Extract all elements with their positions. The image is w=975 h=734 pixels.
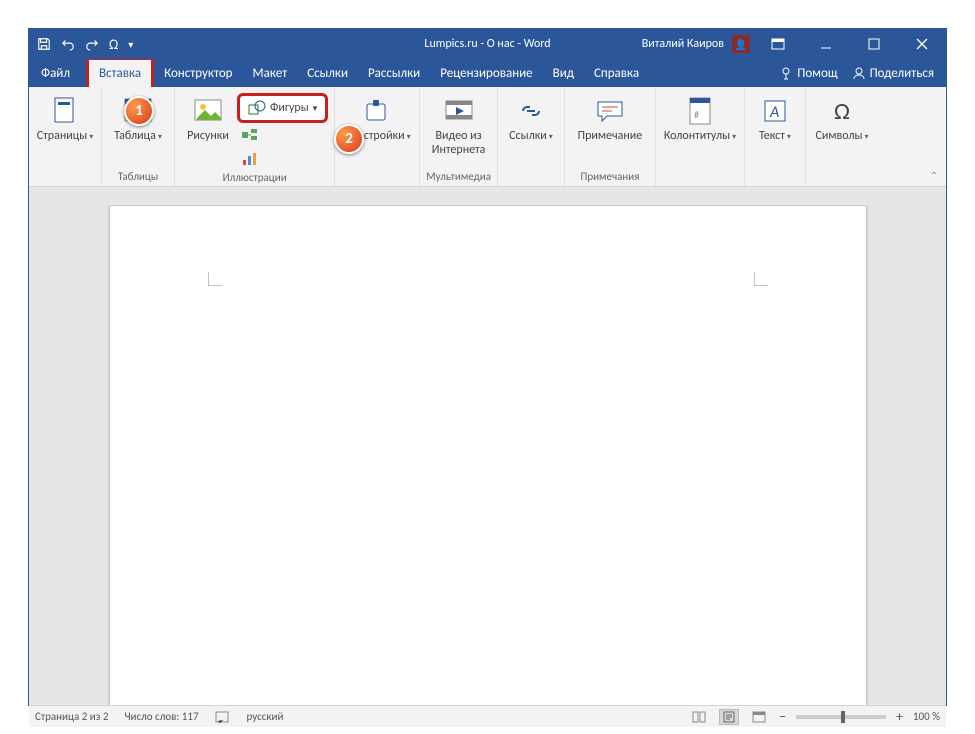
document-area[interactable] — [29, 205, 946, 705]
status-bar: Страница 2 из 2 Число слов: 117 русский … — [29, 705, 946, 727]
undo-icon[interactable] — [61, 37, 75, 51]
shapes-icon — [248, 99, 266, 117]
omega-icon: Ω — [826, 95, 858, 127]
collapse-ribbon-icon[interactable]: ⌃ — [930, 169, 938, 182]
text-button[interactable]: A Текст — [751, 91, 799, 143]
shapes-button[interactable]: Фигуры▾ — [237, 93, 328, 123]
picture-icon — [192, 95, 224, 127]
pictures-button[interactable]: Рисунки — [181, 91, 235, 143]
symbol-icon[interactable]: Ω — [109, 36, 118, 53]
tell-me[interactable]: Помощ — [779, 66, 837, 81]
group-pages-label — [35, 183, 95, 186]
ribbon-tabs: Файл Вставка Конструктор Макет Ссылки Ра… — [29, 59, 946, 87]
zoom-out-button[interactable]: − — [779, 708, 786, 725]
view-web-layout[interactable] — [749, 709, 769, 725]
margin-marker-left — [208, 272, 222, 286]
header-footer-button[interactable]: # Колонтитулы — [662, 91, 738, 143]
margin-marker-right — [754, 272, 768, 286]
symbols-button[interactable]: Ω Символы — [812, 91, 872, 143]
chart-button[interactable] — [237, 147, 328, 171]
ribbon-display-icon[interactable] — [758, 29, 798, 59]
group-illustrations-label: Иллюстрации — [181, 171, 328, 187]
group-text-label — [751, 183, 799, 186]
tab-help[interactable]: Справка — [584, 59, 649, 87]
group-symbols-label — [812, 183, 872, 186]
links-button[interactable]: Ссылки — [504, 91, 558, 143]
user-avatar-icon[interactable]: 👤 — [732, 35, 750, 53]
tab-mailings[interactable]: Рассылки — [358, 59, 430, 87]
comment-button[interactable]: Примечание — [571, 91, 649, 143]
view-read-mode[interactable] — [689, 709, 709, 725]
zoom-slider[interactable] — [796, 715, 886, 719]
qat-more-icon[interactable]: ▾ — [128, 38, 133, 51]
group-addins-label — [341, 183, 413, 186]
close-button[interactable] — [902, 29, 942, 59]
tab-file[interactable]: Файл — [31, 59, 80, 87]
zoom-in-button[interactable]: + — [896, 708, 903, 725]
link-icon — [515, 95, 547, 127]
maximize-button[interactable] — [854, 29, 894, 59]
textbox-icon: A — [759, 95, 791, 127]
minimize-button[interactable] — [806, 29, 846, 59]
document-page[interactable] — [109, 205, 867, 705]
header-footer-icon: # — [684, 95, 716, 127]
tab-design[interactable]: Конструктор — [154, 59, 242, 87]
smartart-icon — [241, 126, 259, 144]
quick-access-toolbar: Ω ▾ — [29, 36, 133, 53]
page-icon — [49, 95, 81, 127]
smartart-button[interactable] — [237, 123, 328, 147]
group-links-label — [504, 183, 558, 186]
comment-icon — [594, 95, 626, 127]
group-tables-label: Таблицы — [108, 170, 168, 186]
title-bar: Ω ▾ Lumpics.ru - О нас - Word Виталий Ка… — [29, 29, 946, 59]
svg-text:A: A — [769, 103, 779, 122]
tab-layout[interactable]: Макет — [243, 59, 298, 87]
tab-references[interactable]: Ссылки — [297, 59, 358, 87]
callout-2: 2 — [334, 124, 364, 154]
online-video-button[interactable]: Видео из Интернета — [427, 91, 491, 158]
window-title: Lumpics.ru - О нас - Word — [424, 37, 550, 51]
group-media-label: Мультимедиа — [426, 170, 491, 186]
group-headerfooter-label — [662, 183, 738, 186]
tab-insert[interactable]: Вставка — [86, 57, 154, 87]
ribbon: Страницы Таблица Таблицы Рисунки — [29, 87, 946, 187]
video-icon — [443, 95, 475, 127]
user-name[interactable]: Виталий Каиров — [642, 37, 724, 51]
share-button[interactable]: Поделиться — [852, 66, 934, 81]
chart-icon — [241, 150, 259, 168]
tab-review[interactable]: Рецензирование — [430, 59, 542, 87]
tab-view[interactable]: Вид — [543, 59, 584, 87]
status-language[interactable]: русский — [247, 710, 284, 723]
status-word-count[interactable]: Число слов: 117 — [124, 710, 198, 723]
callout-1: 1 — [124, 96, 154, 126]
status-page[interactable]: Страница 2 из 2 — [35, 710, 108, 723]
save-icon[interactable] — [37, 37, 51, 51]
group-comments-label: Примечания — [571, 170, 649, 186]
redo-icon[interactable] — [85, 37, 99, 51]
addins-icon — [361, 95, 393, 127]
zoom-level[interactable]: 100 % — [913, 710, 940, 723]
ruler-area — [29, 187, 946, 205]
pages-button[interactable]: Страницы — [35, 91, 95, 143]
svg-text:#: # — [694, 108, 699, 121]
view-print-layout[interactable] — [719, 709, 739, 725]
spellcheck-icon[interactable] — [215, 710, 231, 724]
